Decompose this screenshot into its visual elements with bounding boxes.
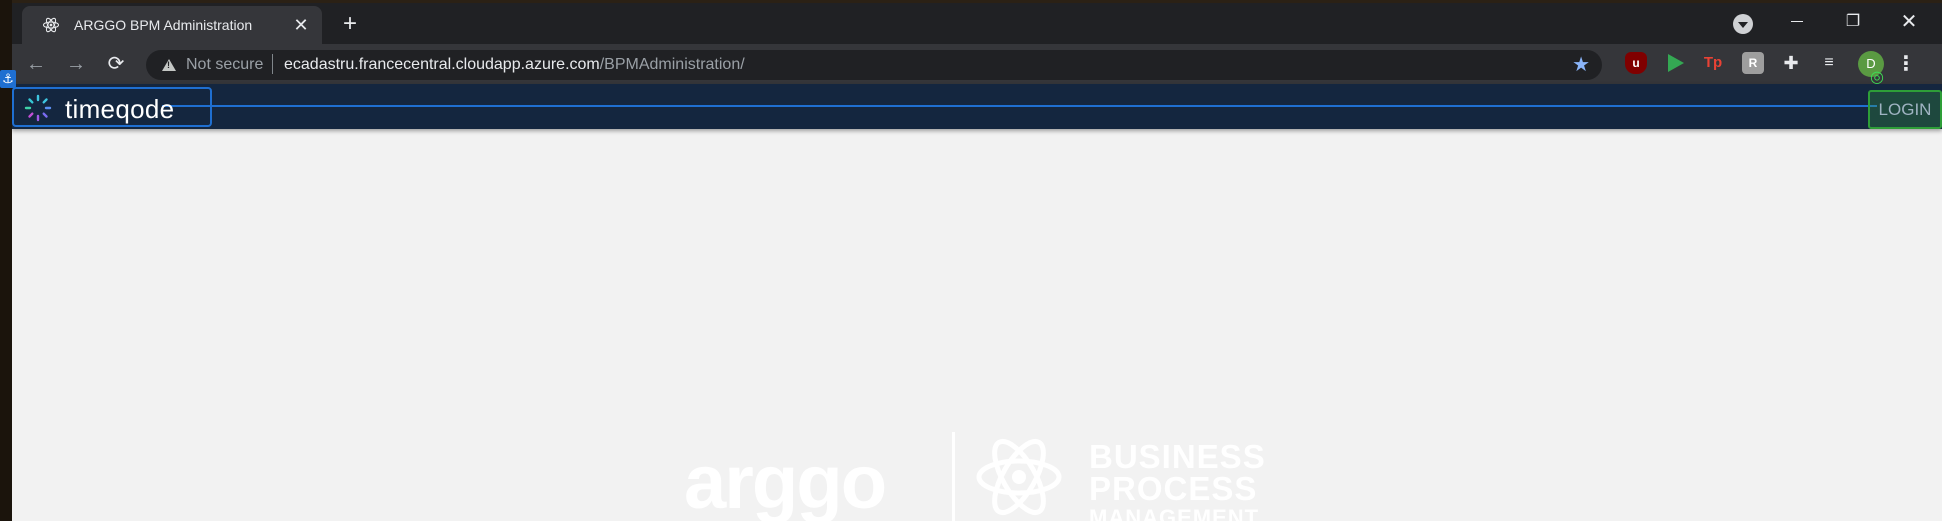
url-host: ecadastru.francecentral.cloudapp.azure.c… (284, 56, 600, 73)
watermark-brand: arggo (684, 440, 887, 521)
tab-close-icon[interactable]: ✕ (290, 14, 312, 36)
url-text[interactable]: ecadastru.francecentral.cloudapp.azure.c… (284, 56, 745, 74)
ublock-origin-icon[interactable]: u (1625, 52, 1647, 74)
watermark-line-1: BUSINESS (1089, 438, 1266, 475)
app-header: timeqode (12, 84, 1942, 129)
bookmark-star-icon[interactable]: ★ (1572, 52, 1590, 77)
security-label[interactable]: Not secure (186, 56, 263, 74)
minimize-icon (1791, 21, 1803, 23)
back-button[interactable]: ← (22, 50, 50, 78)
tab-title: ARGGO BPM Administration (74, 17, 253, 33)
new-tab-button[interactable]: + (336, 11, 364, 39)
forward-button[interactable]: → (62, 50, 90, 78)
atom-icon (976, 438, 1062, 516)
watermark-line-2: PROCESS (1089, 470, 1258, 507)
warning-icon[interactable] (162, 59, 176, 71)
browser-toolbar: ← → ⟳ Not secure ecadastru.francecentral… (12, 44, 1942, 84)
atom-icon (42, 17, 60, 33)
login-button[interactable]: LOGIN (1868, 90, 1942, 129)
restore-button[interactable]: ❐ (1830, 7, 1876, 37)
r-extension-icon[interactable]: R (1742, 52, 1764, 74)
watermark-separator (952, 432, 955, 521)
tab-strip: ARGGO BPM Administration ✕ + ❐ ✕ (12, 3, 1942, 44)
media-control-icon[interactable]: ≡ (1818, 52, 1840, 74)
timeqode-logo[interactable]: timeqode (12, 87, 212, 127)
browser-window: ARGGO BPM Administration ✕ + ❐ ✕ ← → ⟳ N… (12, 3, 1942, 521)
window-close-button[interactable]: ✕ (1886, 7, 1932, 37)
arggo-bpm-watermark: arggo BUSINESS PROCESS MANAGEMENT (684, 427, 1284, 521)
tp-extension-icon[interactable]: Tp (1702, 52, 1724, 74)
watermark-line-3: MANAGEMENT (1089, 505, 1260, 521)
url-separator (272, 54, 273, 74)
anchor-icon: ⚓ (0, 70, 16, 88)
header-divider (162, 105, 1877, 107)
watermark-text: BUSINESS PROCESS MANAGEMENT (1089, 438, 1266, 521)
tab-search-icon[interactable] (1733, 14, 1753, 34)
logo-text: timeqode (65, 94, 175, 124)
puzzle-icon[interactable]: ✚ (1780, 52, 1802, 74)
minimize-button[interactable] (1774, 7, 1820, 37)
target-icon: ◎ (1870, 69, 1884, 86)
url-path: /BPMAdministration/ (599, 56, 745, 73)
address-bar[interactable]: Not secure ecadastru.francecentral.cloud… (146, 50, 1602, 80)
reload-button[interactable]: ⟳ (102, 50, 130, 78)
play-icon[interactable] (1664, 52, 1686, 74)
browser-tab[interactable]: ARGGO BPM Administration ✕ (22, 6, 322, 44)
logo-mark-icon (24, 94, 52, 122)
browser-menu-icon[interactable]: ⋮ (1894, 50, 1918, 78)
